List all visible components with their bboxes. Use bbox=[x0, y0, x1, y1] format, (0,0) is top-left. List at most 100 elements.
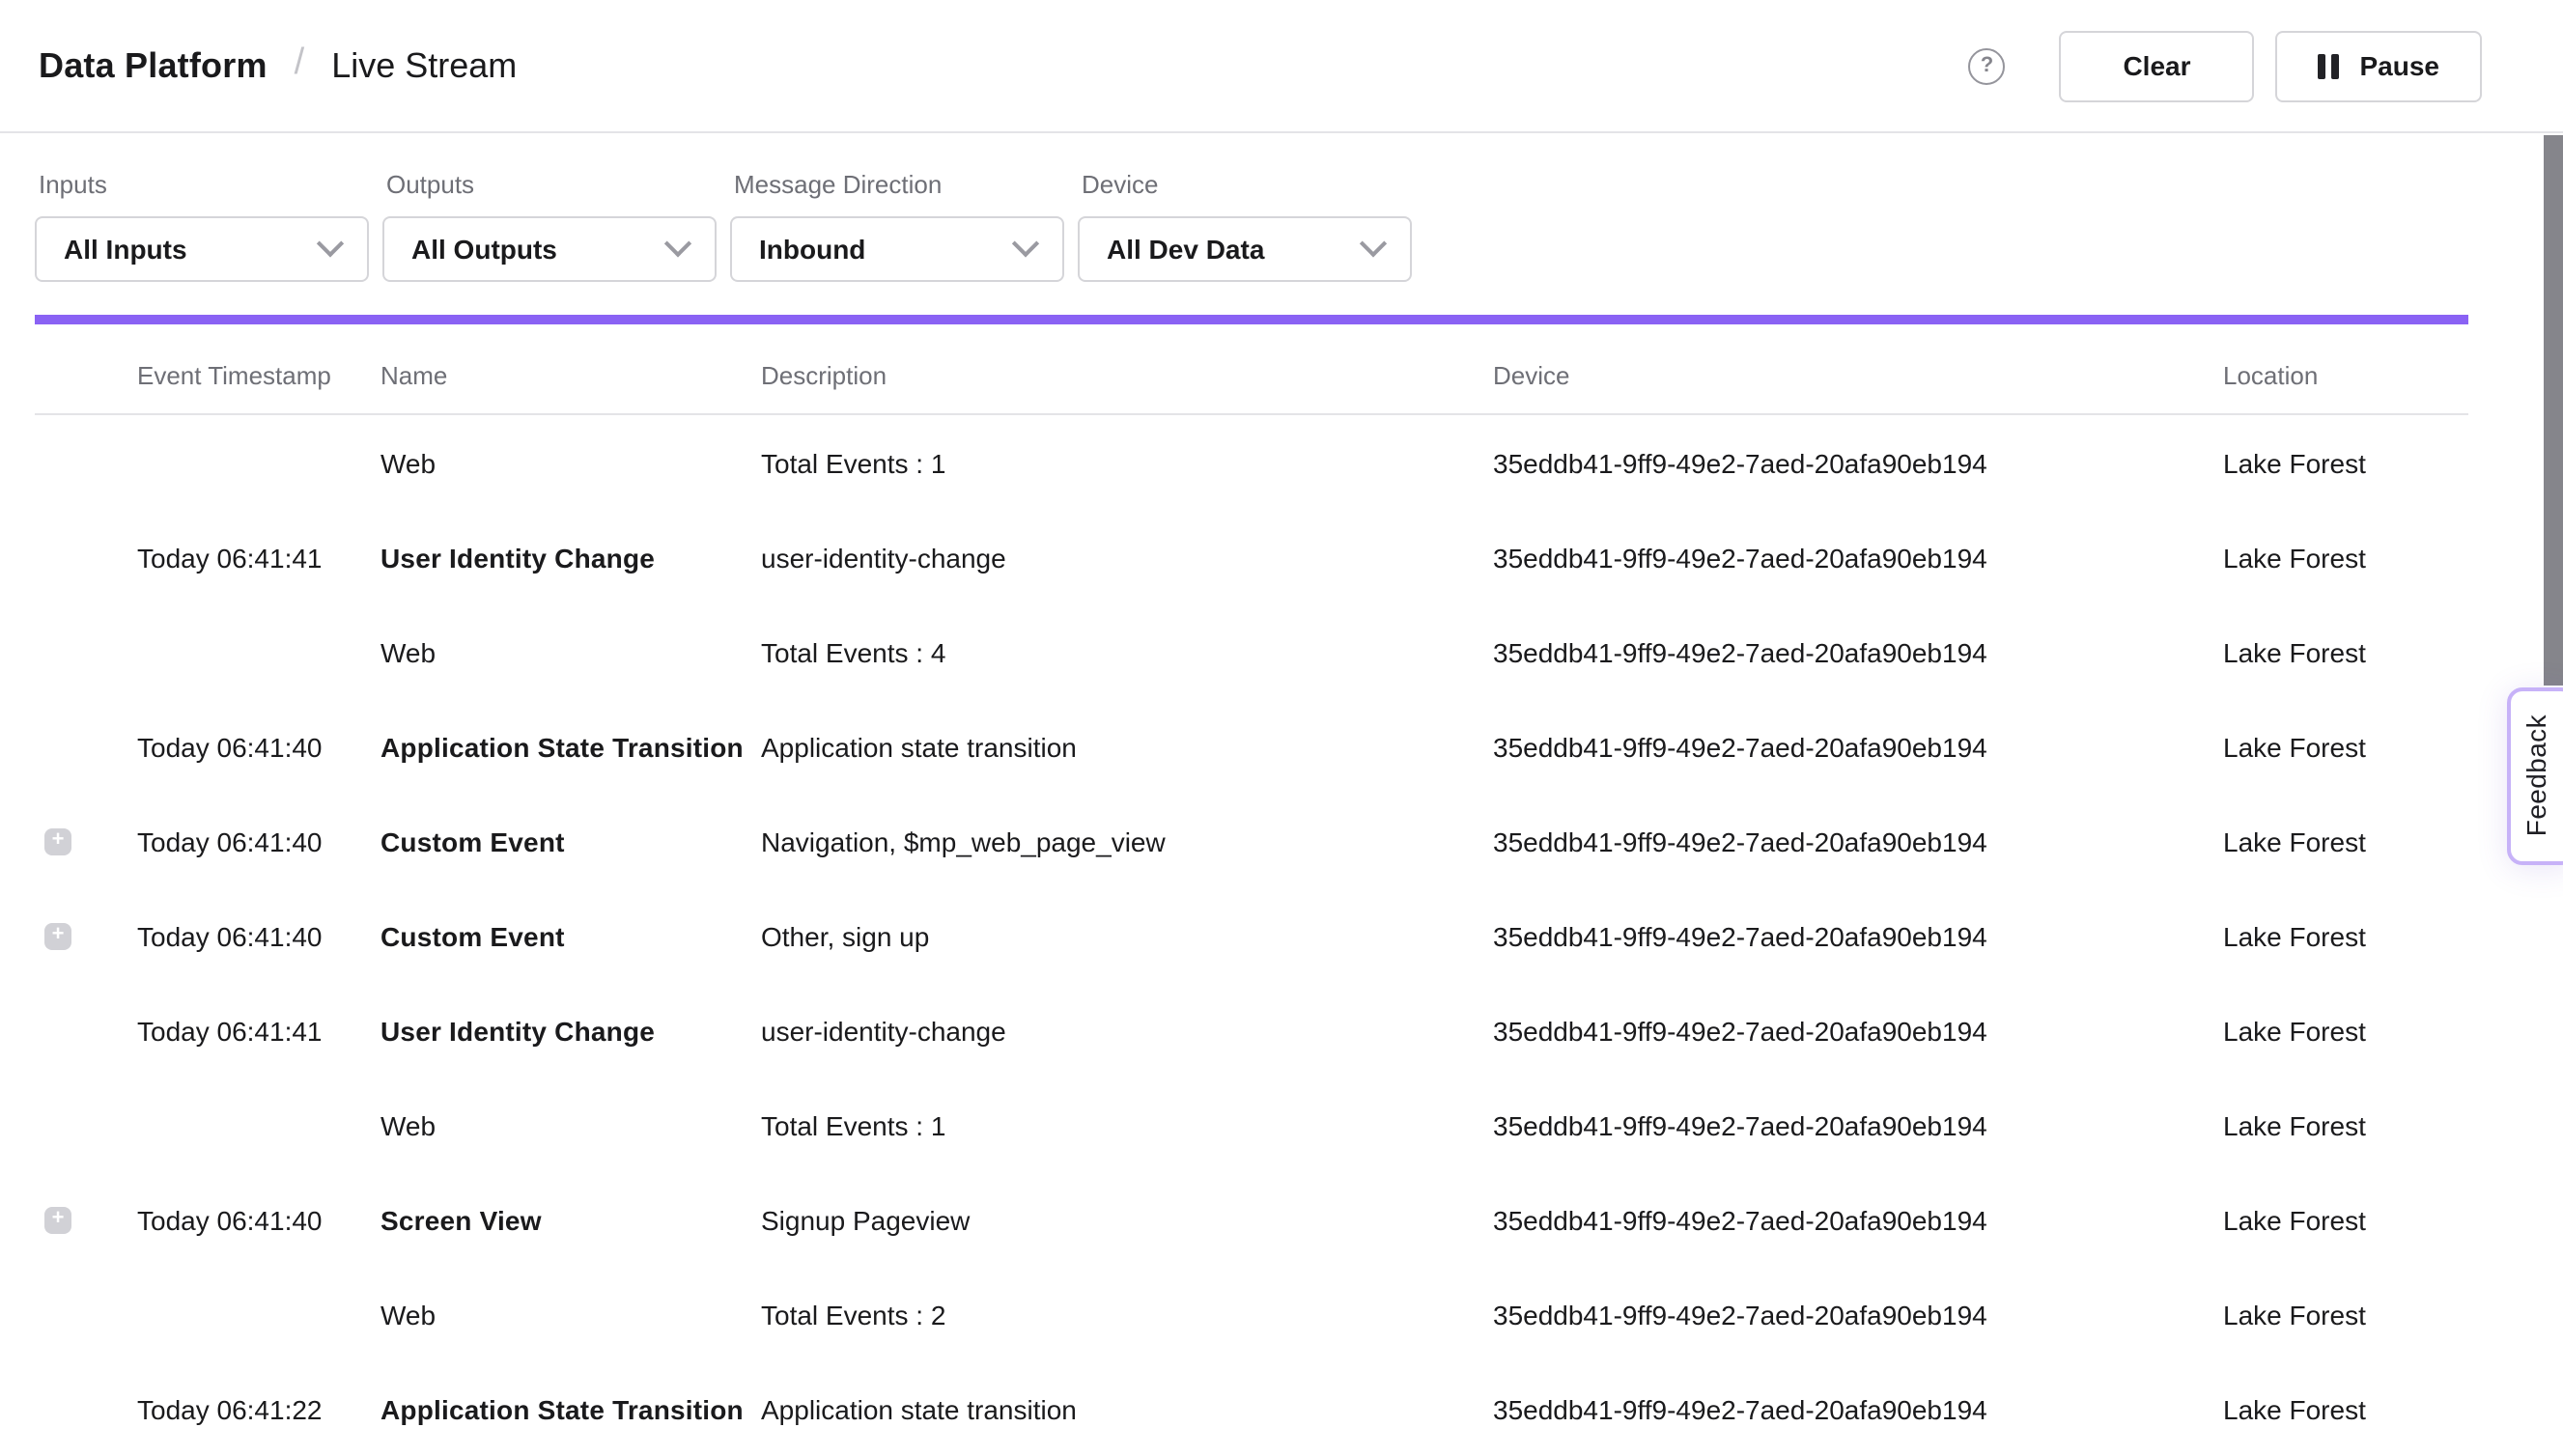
column-header-device: Device bbox=[1493, 361, 2223, 390]
scrollbar-thumb[interactable] bbox=[2543, 135, 2563, 686]
cell-device: 35eddb41-9ff9-49e2-7aed-20afa90eb194 bbox=[1493, 542, 2223, 573]
cell-name: User Identity Change bbox=[380, 1015, 761, 1046]
breadcrumb-separator-icon: / bbox=[295, 42, 305, 85]
pause-button-label: Pause bbox=[2360, 50, 2440, 81]
cell-description: Total Events : 1 bbox=[761, 1109, 1493, 1140]
breadcrumb: Data Platform / Live Stream bbox=[39, 44, 517, 87]
dropdown-selected-value: All Dev Data bbox=[1107, 234, 1264, 265]
live-stream-screen: Data Platform / Live Stream ? Clear Paus… bbox=[0, 0, 2563, 1435]
cell-location: Lake Forest bbox=[2223, 1299, 2468, 1330]
accent-bar bbox=[35, 315, 2468, 324]
column-header-description: Description bbox=[761, 361, 1493, 390]
cell-device: 35eddb41-9ff9-49e2-7aed-20afa90eb194 bbox=[1493, 1109, 2223, 1140]
cell-device: 35eddb41-9ff9-49e2-7aed-20afa90eb194 bbox=[1493, 636, 2223, 667]
cell-name: Web bbox=[380, 1109, 761, 1140]
filter-dropdown[interactable]: All Inputs bbox=[35, 216, 369, 282]
cell-location: Lake Forest bbox=[2223, 1204, 2468, 1235]
table-row[interactable]: Web Total Events : 1 35eddb41-9ff9-49e2-… bbox=[35, 1078, 2468, 1172]
table-row[interactable]: Today 06:41:40 Screen View Signup Pagevi… bbox=[35, 1172, 2468, 1267]
cell-description: Application state transition bbox=[761, 731, 1493, 762]
cell-location: Lake Forest bbox=[2223, 636, 2468, 667]
dropdown-selected-value: Inbound bbox=[759, 234, 865, 265]
cell-timestamp: Today 06:41:40 bbox=[137, 1204, 380, 1235]
column-header-location: Location bbox=[2223, 361, 2468, 390]
column-header-event-timestamp: Event Timestamp bbox=[137, 361, 380, 390]
cell-name: User Identity Change bbox=[380, 542, 761, 573]
table-row[interactable]: Web Total Events : 1 35eddb41-9ff9-49e2-… bbox=[35, 415, 2468, 510]
expand-plus-icon[interactable] bbox=[44, 922, 71, 949]
dropdown-selected-value: All Inputs bbox=[64, 234, 187, 265]
cell-name: Custom Event bbox=[380, 920, 761, 951]
table-row[interactable]: Today 06:41:41 User Identity Change user… bbox=[35, 510, 2468, 604]
clear-button[interactable]: Clear bbox=[2059, 30, 2254, 101]
cell-description: Total Events : 4 bbox=[761, 636, 1493, 667]
table-row[interactable]: Today 06:41:40 Custom Event Navigation, … bbox=[35, 794, 2468, 888]
table-header-row: Event TimestampNameDescriptionDeviceLoca… bbox=[35, 324, 2468, 415]
table-row[interactable]: Today 06:41:22 Application State Transit… bbox=[35, 1361, 2468, 1456]
cell-expand bbox=[35, 827, 137, 854]
feedback-tab[interactable]: Feedback bbox=[2507, 687, 2563, 865]
filter-label: Outputs bbox=[382, 170, 717, 199]
cell-expand bbox=[35, 922, 137, 949]
cell-name: Application State Transition bbox=[380, 731, 761, 762]
cell-description: Total Events : 2 bbox=[761, 1299, 1493, 1330]
cell-expand bbox=[35, 1206, 137, 1233]
filter-dropdown[interactable]: All Outputs bbox=[382, 216, 717, 282]
filter-label: Device bbox=[1078, 170, 1412, 199]
cell-name: Screen View bbox=[380, 1204, 761, 1235]
cell-device: 35eddb41-9ff9-49e2-7aed-20afa90eb194 bbox=[1493, 731, 2223, 762]
dropdown-selected-value: All Outputs bbox=[411, 234, 557, 265]
cell-description: Navigation, $mp_web_page_view bbox=[761, 826, 1493, 856]
breadcrumb-section[interactable]: Data Platform bbox=[39, 45, 268, 86]
cell-name: Web bbox=[380, 1299, 761, 1330]
cell-device: 35eddb41-9ff9-49e2-7aed-20afa90eb194 bbox=[1493, 1393, 2223, 1424]
filter-message-direction: Message Direction Inbound bbox=[730, 170, 1064, 282]
chevron-down-icon bbox=[1360, 230, 1387, 257]
cell-device: 35eddb41-9ff9-49e2-7aed-20afa90eb194 bbox=[1493, 1015, 2223, 1046]
table-row[interactable]: Today 06:41:40 Application State Transit… bbox=[35, 699, 2468, 794]
cell-timestamp: Today 06:41:40 bbox=[137, 731, 380, 762]
pause-button[interactable]: Pause bbox=[2276, 30, 2483, 101]
cell-description: Signup Pageview bbox=[761, 1204, 1493, 1235]
filter-device: Device All Dev Data bbox=[1078, 170, 1412, 282]
expand-plus-icon[interactable] bbox=[44, 1206, 71, 1233]
cell-name: Application State Transition bbox=[380, 1393, 761, 1424]
expand-plus-icon[interactable] bbox=[44, 827, 71, 854]
chevron-down-icon bbox=[317, 230, 344, 257]
cell-location: Lake Forest bbox=[2223, 731, 2468, 762]
filter-label: Inputs bbox=[35, 170, 369, 199]
cell-name: Custom Event bbox=[380, 826, 761, 856]
filters-row: Inputs All Inputs Outputs All Outputs Me… bbox=[0, 170, 2563, 282]
cell-device: 35eddb41-9ff9-49e2-7aed-20afa90eb194 bbox=[1493, 826, 2223, 856]
cell-description: Total Events : 1 bbox=[761, 447, 1493, 478]
cell-location: Lake Forest bbox=[2223, 1015, 2468, 1046]
cell-location: Lake Forest bbox=[2223, 542, 2468, 573]
cell-name: Web bbox=[380, 636, 761, 667]
cell-description: Application state transition bbox=[761, 1393, 1493, 1424]
cell-location: Lake Forest bbox=[2223, 920, 2468, 951]
cell-timestamp: Today 06:41:41 bbox=[137, 1015, 380, 1046]
cell-timestamp: Today 06:41:41 bbox=[137, 542, 380, 573]
table-row[interactable]: Web Total Events : 2 35eddb41-9ff9-49e2-… bbox=[35, 1267, 2468, 1361]
cell-device: 35eddb41-9ff9-49e2-7aed-20afa90eb194 bbox=[1493, 1204, 2223, 1235]
filter-outputs: Outputs All Outputs bbox=[382, 170, 717, 282]
cell-description: user-identity-change bbox=[761, 1015, 1493, 1046]
topbar-actions: ? Clear Pause bbox=[1968, 30, 2482, 101]
help-icon[interactable]: ? bbox=[1968, 47, 2005, 84]
cell-timestamp: Today 06:41:40 bbox=[137, 826, 380, 856]
table-row[interactable]: Web Total Events : 4 35eddb41-9ff9-49e2-… bbox=[35, 604, 2468, 699]
cell-location: Lake Forest bbox=[2223, 447, 2468, 478]
filter-label: Message Direction bbox=[730, 170, 1064, 199]
cell-location: Lake Forest bbox=[2223, 1109, 2468, 1140]
filter-dropdown[interactable]: Inbound bbox=[730, 216, 1064, 282]
cell-timestamp: Today 06:41:22 bbox=[137, 1393, 380, 1424]
column-header-name: Name bbox=[380, 361, 761, 390]
filter-dropdown[interactable]: All Dev Data bbox=[1078, 216, 1412, 282]
cell-name: Web bbox=[380, 447, 761, 478]
table-row[interactable]: Today 06:41:40 Custom Event Other, sign … bbox=[35, 888, 2468, 983]
cell-device: 35eddb41-9ff9-49e2-7aed-20afa90eb194 bbox=[1493, 920, 2223, 951]
feedback-tab-label: Feedback bbox=[2521, 715, 2551, 837]
cell-device: 35eddb41-9ff9-49e2-7aed-20afa90eb194 bbox=[1493, 1299, 2223, 1330]
table-row[interactable]: Today 06:41:41 User Identity Change user… bbox=[35, 983, 2468, 1078]
events-table: Event TimestampNameDescriptionDeviceLoca… bbox=[35, 324, 2468, 1456]
